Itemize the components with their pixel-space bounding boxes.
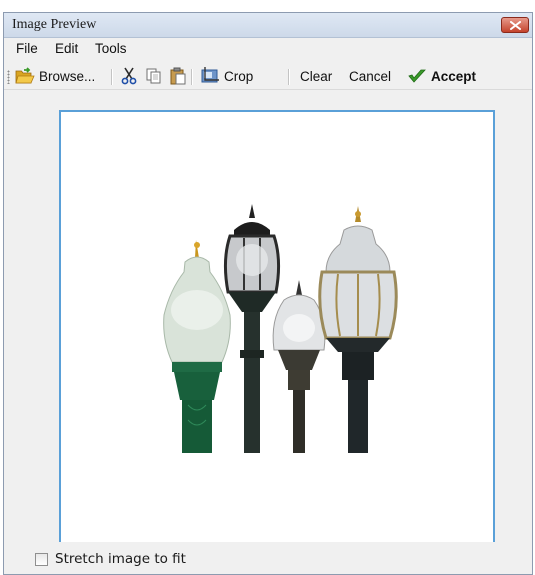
crop-button[interactable]: Crop (200, 65, 253, 87)
accept-button[interactable]: Accept (407, 65, 476, 87)
menu-tools[interactable]: Tools (95, 41, 127, 56)
menu-file[interactable]: File (16, 41, 38, 56)
stretch-checkbox[interactable] (35, 553, 48, 566)
stretch-label[interactable]: Stretch image to fit (55, 551, 186, 567)
toolbar-separator (288, 69, 290, 85)
checkmark-icon (408, 69, 426, 83)
preview-frame[interactable] (59, 110, 495, 546)
clear-button[interactable]: Clear (300, 65, 332, 87)
cut-icon (121, 67, 137, 85)
crop-icon (201, 67, 219, 83)
cancel-button[interactable]: Cancel (349, 65, 391, 87)
cancel-label: Cancel (349, 68, 392, 84)
browse-label: Browse... (39, 68, 96, 84)
clear-label: Clear (300, 68, 333, 84)
copy-button[interactable] (145, 65, 163, 87)
toolbar: Browse... Crop Clear Cancel Accept (4, 63, 532, 90)
paste-icon (170, 67, 186, 85)
paste-button[interactable] (169, 65, 187, 87)
accept-label: Accept (431, 68, 477, 84)
close-icon (510, 21, 521, 30)
browse-button[interactable]: Browse... (15, 65, 95, 87)
image-preview-window: Image Preview File Edit Tools Browse... (3, 12, 533, 575)
toolbar-separator (191, 69, 193, 85)
copy-icon (146, 68, 161, 84)
menu-edit[interactable]: Edit (55, 41, 78, 56)
folder-open-icon (15, 67, 35, 84)
preview-area (4, 90, 532, 546)
preview-image (152, 200, 405, 453)
title-bar[interactable]: Image Preview (4, 13, 532, 38)
cut-button[interactable] (121, 65, 137, 87)
menu-bar: File Edit Tools (4, 38, 532, 62)
toolbar-grip[interactable] (7, 70, 10, 84)
options-bar: Stretch image to fit (4, 542, 532, 574)
crop-label: Crop (224, 68, 254, 84)
window-title: Image Preview (12, 17, 97, 32)
toolbar-separator (111, 69, 113, 85)
close-button[interactable] (501, 17, 529, 33)
